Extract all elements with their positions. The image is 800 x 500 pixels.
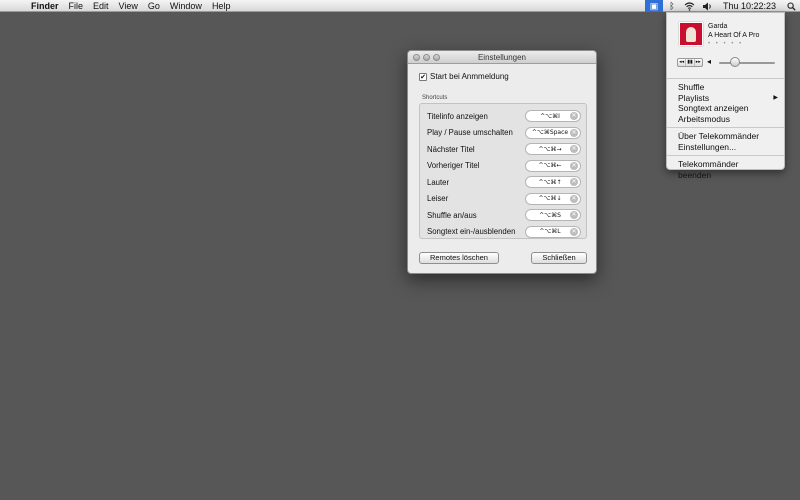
shortcut-row: Titelinfo anzeigen ^⌥⌘I ✕ xyxy=(427,110,581,122)
menu-separator xyxy=(667,127,784,128)
shortcut-recorder[interactable]: ^⌥⌘Space ✕ xyxy=(525,126,581,139)
shortcut-keys: ^⌥⌘Space xyxy=(531,129,569,136)
shortcut-row: Shuffle an/aus ^⌥⌘S ✕ xyxy=(427,209,581,221)
menu-file[interactable]: File xyxy=(64,0,89,12)
shortcut-row: Songtext ein-/ausblenden ^⌥⌘L ✕ xyxy=(427,225,581,238)
preferences-window: Einstellungen ✔ Start bei Anmmeldung Sho… xyxy=(407,50,597,274)
now-playing-track: A Heart Of A Pro xyxy=(708,32,760,39)
menu-item-settings[interactable]: Einstellungen... xyxy=(667,142,784,153)
clear-shortcut-icon[interactable]: ✕ xyxy=(570,194,578,203)
menubar: Finder File Edit View Go Window Help ▣ ᛒ… xyxy=(0,0,800,12)
menu-window[interactable]: Window xyxy=(165,0,207,12)
shortcut-row: Lauter ^⌥⌘↑ ✕ xyxy=(427,176,581,188)
play-pause-icon[interactable]: ▮▮ xyxy=(686,59,695,66)
playback-controls: ◂◂ ▮▮ ▸▸ xyxy=(677,58,703,67)
menubar-extras: ▣ ᛒ Thu 10:22:23 xyxy=(644,0,800,12)
clear-shortcut-icon[interactable]: ✕ xyxy=(570,178,578,186)
menu-item-songtext[interactable]: Songtext anzeigen xyxy=(667,103,784,114)
menu-item-playlists[interactable]: Playlists ▶ xyxy=(667,93,784,104)
shortcut-label: Songtext ein-/ausblenden xyxy=(427,227,516,236)
shortcut-keys: ^⌥⌘→ xyxy=(538,145,562,153)
shortcut-recorder[interactable]: ^⌥⌘← ✕ xyxy=(525,159,581,172)
clear-shortcut-icon[interactable]: ✕ xyxy=(570,145,578,153)
shortcut-row: Leiser ^⌥⌘↓ ✕ xyxy=(427,192,581,205)
menu-separator xyxy=(667,78,784,79)
menu-view[interactable]: View xyxy=(114,0,143,12)
startup-checkbox[interactable]: ✔ xyxy=(419,72,427,81)
clear-shortcut-icon[interactable]: ✕ xyxy=(570,112,578,120)
menu-help[interactable]: Help xyxy=(207,0,236,12)
clear-shortcut-icon[interactable]: ✕ xyxy=(570,128,578,137)
remove-remotes-button[interactable]: Remotes löschen xyxy=(419,252,499,264)
previous-icon[interactable]: ◂◂ xyxy=(678,59,687,66)
shortcuts-section-label: Shortcuts xyxy=(422,95,448,101)
shortcut-row: Nächster Titel ^⌥⌘→ ✕ xyxy=(427,143,581,155)
menu-app-finder[interactable]: Finder xyxy=(26,0,64,12)
menu-separator xyxy=(667,155,784,156)
zoom-window-icon[interactable] xyxy=(433,54,440,61)
spotlight-search-icon[interactable] xyxy=(782,0,800,12)
menu-item-quit[interactable]: Telekommänder beenden xyxy=(667,159,784,180)
shortcut-keys: ^⌥⌘S xyxy=(539,211,561,219)
shortcut-keys: ^⌥⌘↑ xyxy=(538,178,562,186)
shortcut-recorder[interactable]: ^⌥⌘↓ ✕ xyxy=(525,192,581,205)
shortcut-recorder[interactable]: ^⌥⌘S ✕ xyxy=(525,209,581,221)
shortcut-keys: ^⌥⌘↓ xyxy=(538,195,562,202)
volume-slider-knob[interactable] xyxy=(730,57,740,67)
shortcut-keys: ^⌥⌘L xyxy=(539,228,561,235)
menubar-clock[interactable]: Thu 10:22:23 xyxy=(717,1,782,11)
shortcut-label: Leiser xyxy=(427,194,449,203)
volume-low-icon: ◂ xyxy=(707,57,712,66)
bluetooth-icon[interactable]: ᛒ xyxy=(663,0,681,12)
shortcut-label: Lauter xyxy=(427,177,450,187)
clear-shortcut-icon[interactable]: ✕ xyxy=(570,211,578,219)
telekommander-status-menu: Garda A Heart Of A Pro • • • • • ◂◂ ▮▮ ▸… xyxy=(666,12,785,180)
menu-item-shuffle[interactable]: Shuffle xyxy=(667,82,784,93)
window-controls xyxy=(413,54,440,61)
menu-item-playlists-label: Playlists xyxy=(678,92,710,103)
volume-slider-track[interactable] xyxy=(719,62,775,64)
shortcuts-group: Titelinfo anzeigen ^⌥⌘I ✕ Play / Pause u… xyxy=(419,103,587,239)
volume-icon[interactable] xyxy=(699,0,717,12)
shortcut-recorder[interactable]: ^⌥⌘→ ✕ xyxy=(525,143,581,155)
now-playing-panel: Garda A Heart Of A Pro • • • • • ◂◂ ▮▮ ▸… xyxy=(667,13,784,75)
album-art xyxy=(679,22,703,46)
rating-dots[interactable]: • • • • • xyxy=(708,41,743,47)
telekommander-status-icon[interactable]: ▣ xyxy=(644,0,663,12)
close-button[interactable]: Schließen xyxy=(531,252,587,264)
wifi-icon[interactable] xyxy=(681,0,699,12)
menu-go[interactable]: Go xyxy=(143,0,165,12)
startup-label: Start bei Anmmeldung xyxy=(430,72,509,81)
clear-shortcut-icon[interactable]: ✕ xyxy=(570,227,578,236)
shortcut-label: Play / Pause umschalten xyxy=(427,128,513,137)
submenu-arrow-icon: ▶ xyxy=(773,94,778,101)
clear-shortcut-icon[interactable]: ✕ xyxy=(570,161,578,170)
next-icon[interactable]: ▸▸ xyxy=(695,59,702,66)
shortcut-recorder[interactable]: ^⌥⌘I ✕ xyxy=(525,110,581,122)
shortcut-label: Shuffle an/aus xyxy=(427,210,477,220)
startup-checkbox-row[interactable]: ✔ Start bei Anmmeldung xyxy=(419,72,509,81)
shortcut-label: Nächster Titel xyxy=(427,144,475,154)
minimize-window-icon[interactable] xyxy=(423,54,430,61)
shortcut-keys: ^⌥⌘I xyxy=(540,112,560,120)
menu-edit[interactable]: Edit xyxy=(88,0,114,12)
close-window-icon[interactable] xyxy=(413,54,420,61)
shortcut-recorder[interactable]: ^⌥⌘↑ ✕ xyxy=(525,176,581,188)
shortcut-label: Titelinfo anzeigen xyxy=(427,111,488,121)
shortcut-recorder[interactable]: ^⌥⌘L ✕ xyxy=(525,225,581,238)
window-titlebar[interactable]: Einstellungen xyxy=(408,51,596,64)
now-playing-artist: Garda xyxy=(708,23,728,30)
shortcut-row: Play / Pause umschalten ^⌥⌘Space ✕ xyxy=(427,126,581,139)
menu-item-arbeitsmodus[interactable]: Arbeitsmodus xyxy=(667,114,784,125)
shortcut-keys: ^⌥⌘← xyxy=(538,162,562,169)
shortcut-row: Vorheriger Titel ^⌥⌘← ✕ xyxy=(427,159,581,172)
menu-item-about[interactable]: Über Telekommänder xyxy=(667,131,784,142)
shortcut-label: Vorheriger Titel xyxy=(427,161,480,170)
